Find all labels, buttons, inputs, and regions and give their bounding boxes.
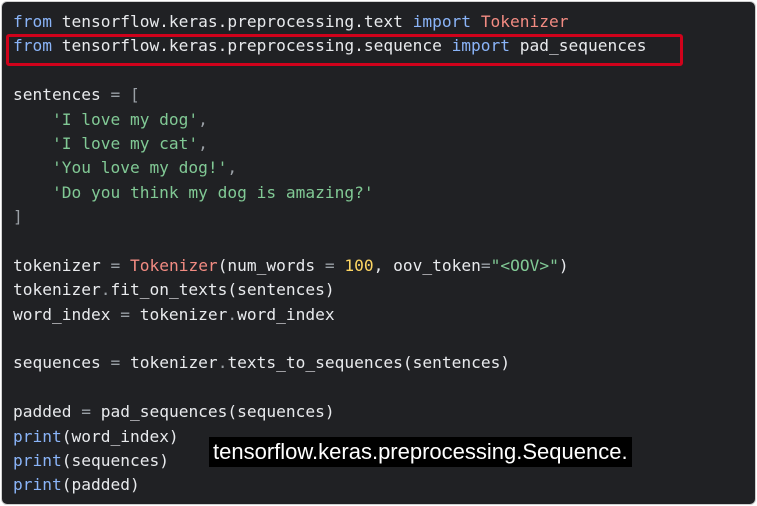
code-token: 'I love my dog': [51, 109, 199, 129]
code-token: .: [100, 280, 111, 300]
code-line-5: 'I love my dog',: [13, 108, 647, 132]
code-line-17: padded = pad_sequences(sequences): [13, 400, 647, 424]
code-block: from tensorflow.keras.preprocessing.text…: [13, 10, 647, 498]
code-token: .: [217, 353, 228, 373]
code-token: tokenizer: [13, 280, 101, 300]
code-token: =: [324, 255, 335, 275]
code-line-20: print(padded): [13, 473, 647, 497]
code-token: 'Do you think my dog is amazing?': [51, 182, 374, 202]
code-token: sequences: [13, 353, 111, 373]
code-token: =: [480, 255, 491, 275]
code-token: "<OOV>": [490, 255, 559, 275]
code-token: ,: [198, 133, 208, 153]
code-line-9: ]: [13, 205, 647, 229]
code-token: (num_words: [217, 255, 325, 275]
code-token: (word_index): [61, 426, 179, 446]
code-token: Tokenizer: [129, 255, 218, 275]
code-line-12: tokenizer.fit_on_texts(sentences): [13, 278, 647, 302]
code-line-7: 'You love my dog!',: [13, 156, 647, 180]
code-token: tokenizer: [129, 304, 228, 324]
code-token: 100: [344, 255, 374, 275]
code-token: =: [110, 85, 121, 105]
code-token: ,: [227, 158, 238, 178]
code-line-2: from tensorflow.keras.preprocessing.sequ…: [13, 34, 647, 58]
code-line-1: from tensorflow.keras.preprocessing.text…: [13, 10, 647, 34]
code-token: tensorflow.keras.preprocessing.sequence: [51, 36, 452, 56]
code-token: Tokenizer: [480, 12, 569, 31]
code-token: padded: [13, 402, 82, 422]
code-token: tensorflow.keras.preprocessing.text: [51, 12, 413, 31]
code-line-8: 'Do you think my dog is amazing?': [13, 181, 647, 205]
code-token: (padded): [61, 475, 140, 495]
code-token: from: [13, 36, 52, 56]
code-token: , oov_token: [373, 255, 481, 275]
code-token: from: [13, 12, 52, 31]
code-line-11: tokenizer = Tokenizer(num_words = 100, o…: [13, 254, 647, 278]
code-token: ]: [13, 207, 23, 227]
code-token: ): [558, 255, 569, 275]
code-token: print: [13, 426, 62, 446]
code-token: word_index: [13, 304, 121, 324]
code-token: sentences: [13, 85, 111, 105]
code-token: (sequences): [61, 451, 169, 471]
code-token: =: [110, 255, 121, 275]
code-line-6: 'I love my cat',: [13, 132, 647, 156]
code-token: texts_to_sequences(sentences): [227, 353, 511, 373]
code-token: word_index: [237, 304, 335, 324]
code-token: 'You love my dog!': [51, 158, 228, 178]
code-token: tokenizer: [120, 353, 218, 373]
code-line-13: word_index = tokenizer.word_index: [13, 303, 647, 327]
code-token: .: [227, 304, 238, 324]
subtitle-caption: tensorflow.keras.preprocessing.Sequence.: [209, 437, 632, 467]
code-token: [: [129, 85, 140, 105]
code-token: import: [412, 12, 472, 31]
code-token: ,: [198, 109, 208, 129]
code-line-15: sequences = tokenizer.texts_to_sequences…: [13, 351, 647, 375]
code-line-4: sentences = [: [13, 83, 647, 107]
code-token: print: [13, 451, 62, 471]
code-token: fit_on_texts(sentences): [110, 280, 335, 300]
code-token: =: [81, 402, 91, 422]
code-token: =: [120, 304, 130, 324]
code-token: import: [451, 36, 511, 56]
code-token: tokenizer: [13, 255, 111, 275]
code-token: pad_sequences: [510, 36, 647, 56]
code-token: print: [13, 475, 62, 495]
code-slide: from tensorflow.keras.preprocessing.text…: [1, 1, 756, 505]
code-token: =: [110, 353, 121, 373]
code-token: 'I love my cat': [51, 133, 199, 153]
code-token: pad_sequences(sequences): [90, 402, 335, 422]
